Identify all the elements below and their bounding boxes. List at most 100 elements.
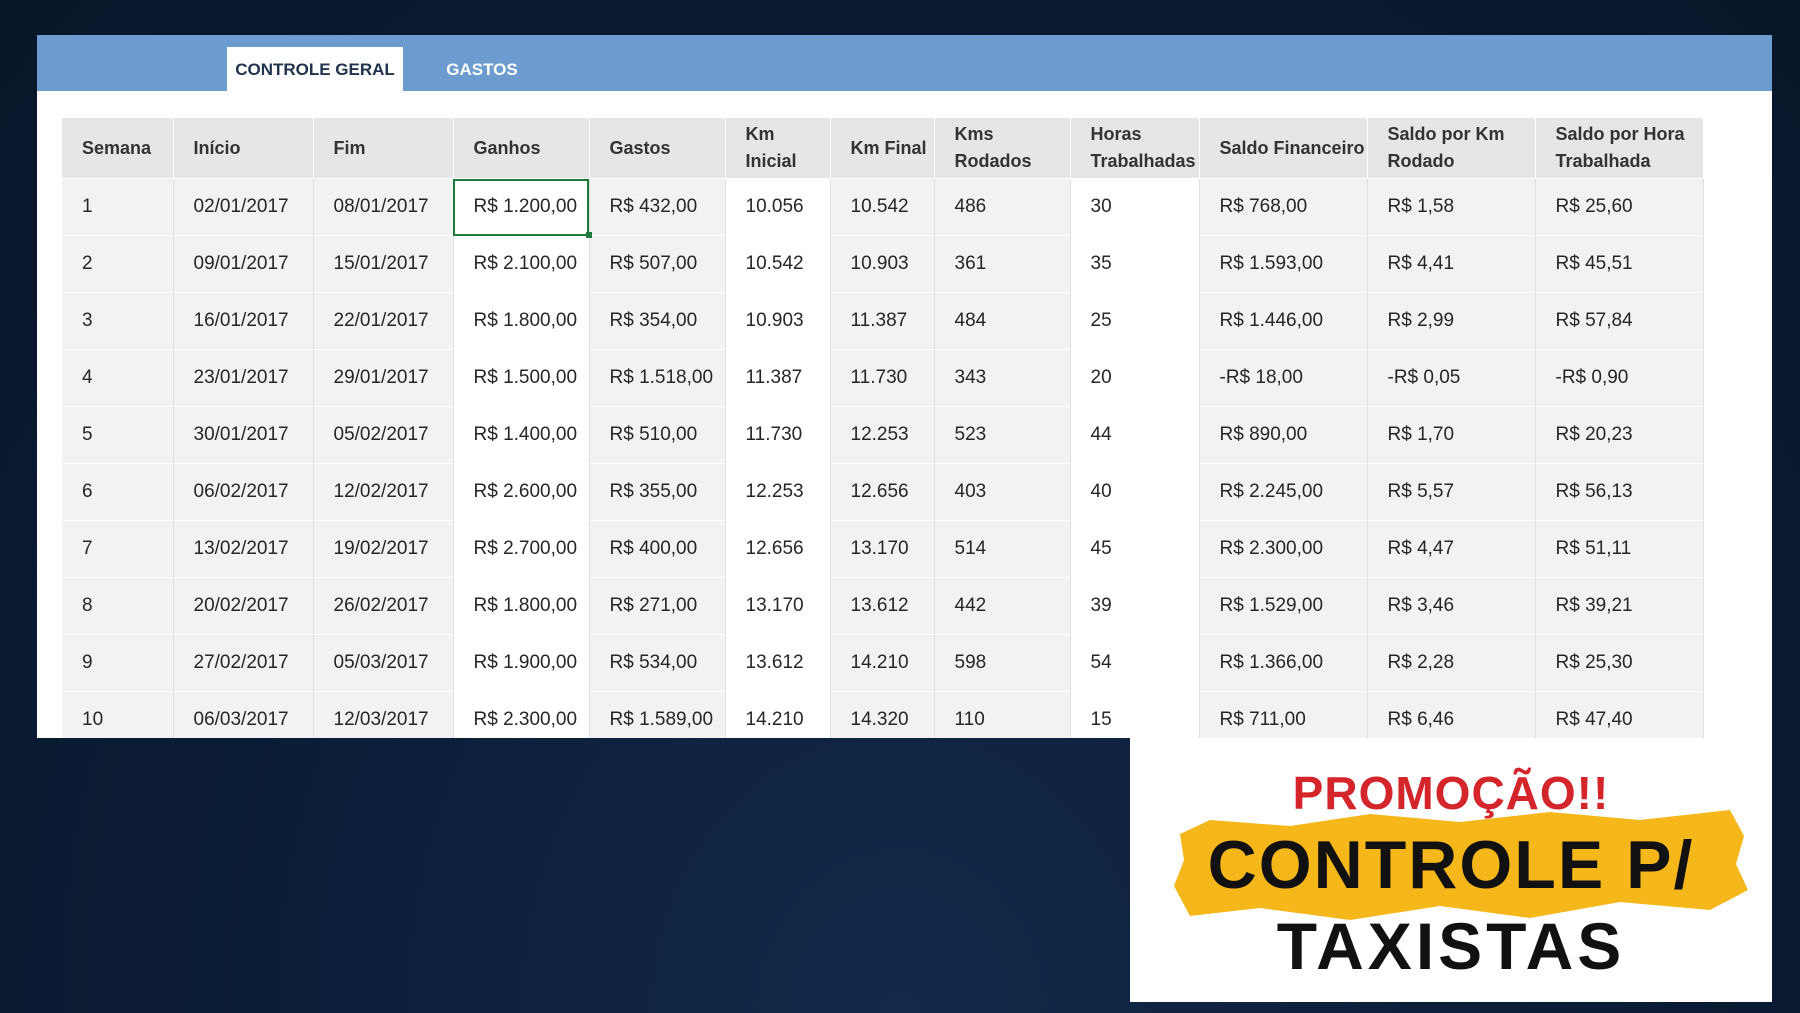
header-fim[interactable]: Fim: [313, 118, 454, 179]
table-cell[interactable]: R$ 2.700,00: [453, 520, 590, 578]
table-cell[interactable]: 10.542: [830, 178, 935, 236]
table-cell[interactable]: R$ 1.800,00: [453, 292, 590, 350]
table-cell[interactable]: R$ 400,00: [589, 520, 726, 578]
table-cell[interactable]: -R$ 0,05: [1367, 349, 1536, 407]
table-cell[interactable]: 12.656: [725, 520, 831, 578]
table-cell[interactable]: 08/01/2017: [313, 178, 454, 236]
table-cell[interactable]: 8: [62, 577, 174, 635]
table-cell[interactable]: 26/02/2017: [313, 577, 454, 635]
table-cell[interactable]: R$ 768,00: [1199, 178, 1368, 236]
header-km-inicial[interactable]: Km Inicial: [725, 118, 831, 179]
table-cell[interactable]: 40: [1070, 463, 1200, 521]
header-km-final[interactable]: Km Final: [830, 118, 935, 179]
table-cell[interactable]: 7: [62, 520, 174, 578]
table-cell[interactable]: 06/03/2017: [173, 691, 314, 738]
table-cell[interactable]: 13/02/2017: [173, 520, 314, 578]
table-cell[interactable]: 12/03/2017: [313, 691, 454, 738]
header-inicio[interactable]: Início: [173, 118, 314, 179]
table-cell[interactable]: 13.170: [830, 520, 935, 578]
table-cell[interactable]: 14.210: [725, 691, 831, 738]
table-cell[interactable]: 39: [1070, 577, 1200, 635]
table-cell[interactable]: R$ 1.500,00: [453, 349, 590, 407]
table-cell[interactable]: R$ 6,46: [1367, 691, 1536, 738]
table-cell[interactable]: 23/01/2017: [173, 349, 314, 407]
header-semana[interactable]: Semana: [62, 118, 174, 179]
table-cell[interactable]: R$ 1.446,00: [1199, 292, 1368, 350]
table-cell[interactable]: R$ 39,21: [1535, 577, 1704, 635]
table-cell[interactable]: R$ 354,00: [589, 292, 726, 350]
table-cell[interactable]: 514: [934, 520, 1071, 578]
table-cell[interactable]: 20/02/2017: [173, 577, 314, 635]
table-cell[interactable]: 15: [1070, 691, 1200, 738]
table-cell[interactable]: R$ 711,00: [1199, 691, 1368, 738]
table-cell[interactable]: R$ 5,57: [1367, 463, 1536, 521]
table-cell[interactable]: R$ 355,00: [589, 463, 726, 521]
table-cell[interactable]: R$ 56,13: [1535, 463, 1704, 521]
table-cell[interactable]: 361: [934, 235, 1071, 293]
table-cell[interactable]: 06/02/2017: [173, 463, 314, 521]
table-cell[interactable]: 54: [1070, 634, 1200, 692]
table-cell[interactable]: 16/01/2017: [173, 292, 314, 350]
table-cell[interactable]: 110: [934, 691, 1071, 738]
table-cell[interactable]: R$ 2.100,00: [453, 235, 590, 293]
table-cell[interactable]: R$ 534,00: [589, 634, 726, 692]
table-cell[interactable]: R$ 25,30: [1535, 634, 1704, 692]
table-cell[interactable]: 05/03/2017: [313, 634, 454, 692]
table-cell[interactable]: R$ 271,00: [589, 577, 726, 635]
table-cell[interactable]: 523: [934, 406, 1071, 464]
table-cell[interactable]: 11.730: [725, 406, 831, 464]
table-cell[interactable]: 442: [934, 577, 1071, 635]
table-cell[interactable]: 2: [62, 235, 174, 293]
table-cell[interactable]: 25: [1070, 292, 1200, 350]
table-cell[interactable]: R$ 51,11: [1535, 520, 1704, 578]
table-cell[interactable]: R$ 2.300,00: [453, 691, 590, 738]
table-cell[interactable]: 598: [934, 634, 1071, 692]
table-cell[interactable]: 09/01/2017: [173, 235, 314, 293]
table-cell[interactable]: 11.730: [830, 349, 935, 407]
table-cell[interactable]: R$ 1.800,00: [453, 577, 590, 635]
table-cell[interactable]: 12.253: [725, 463, 831, 521]
tab-controle-geral[interactable]: CONTROLE GERAL: [227, 47, 403, 91]
table-cell[interactable]: R$ 47,40: [1535, 691, 1704, 738]
table-cell[interactable]: 403: [934, 463, 1071, 521]
tab-gastos[interactable]: GASTOS: [427, 47, 537, 91]
table-cell[interactable]: R$ 1.200,00: [453, 178, 591, 239]
table-cell[interactable]: R$ 20,23: [1535, 406, 1704, 464]
table-cell[interactable]: R$ 1.589,00: [589, 691, 726, 738]
table-cell[interactable]: 14.320: [830, 691, 935, 738]
table-cell[interactable]: R$ 2,28: [1367, 634, 1536, 692]
table-cell[interactable]: 6: [62, 463, 174, 521]
table-cell[interactable]: 14.210: [830, 634, 935, 692]
table-cell[interactable]: 13.170: [725, 577, 831, 635]
table-cell[interactable]: R$ 1,58: [1367, 178, 1536, 236]
table-cell[interactable]: 29/01/2017: [313, 349, 454, 407]
table-cell[interactable]: R$ 890,00: [1199, 406, 1368, 464]
header-gastos[interactable]: Gastos: [589, 118, 726, 179]
table-cell[interactable]: 30/01/2017: [173, 406, 314, 464]
table-cell[interactable]: R$ 2.245,00: [1199, 463, 1368, 521]
table-cell[interactable]: R$ 1.900,00: [453, 634, 590, 692]
table-cell[interactable]: R$ 1.400,00: [453, 406, 590, 464]
table-cell[interactable]: R$ 510,00: [589, 406, 726, 464]
table-cell[interactable]: R$ 25,60: [1535, 178, 1704, 236]
table-cell[interactable]: R$ 1.366,00: [1199, 634, 1368, 692]
table-cell[interactable]: R$ 1,70: [1367, 406, 1536, 464]
table-cell[interactable]: 5: [62, 406, 174, 464]
table-cell[interactable]: 10.542: [725, 235, 831, 293]
table-cell[interactable]: R$ 1.593,00: [1199, 235, 1368, 293]
header-saldo-por-km[interactable]: Saldo por Km Rodado: [1367, 118, 1536, 179]
table-cell[interactable]: 27/02/2017: [173, 634, 314, 692]
table-cell[interactable]: R$ 57,84: [1535, 292, 1704, 350]
table-cell[interactable]: 15/01/2017: [313, 235, 454, 293]
table-cell[interactable]: 22/01/2017: [313, 292, 454, 350]
table-cell[interactable]: 12/02/2017: [313, 463, 454, 521]
table-cell[interactable]: 10.903: [830, 235, 935, 293]
table-cell[interactable]: -R$ 18,00: [1199, 349, 1368, 407]
table-cell[interactable]: 19/02/2017: [313, 520, 454, 578]
table-cell[interactable]: R$ 1.518,00: [589, 349, 726, 407]
table-cell[interactable]: -R$ 0,90: [1535, 349, 1704, 407]
table-cell[interactable]: 11.387: [725, 349, 831, 407]
table-cell[interactable]: R$ 1.529,00: [1199, 577, 1368, 635]
table-cell[interactable]: R$ 45,51: [1535, 235, 1704, 293]
table-cell[interactable]: 12.656: [830, 463, 935, 521]
